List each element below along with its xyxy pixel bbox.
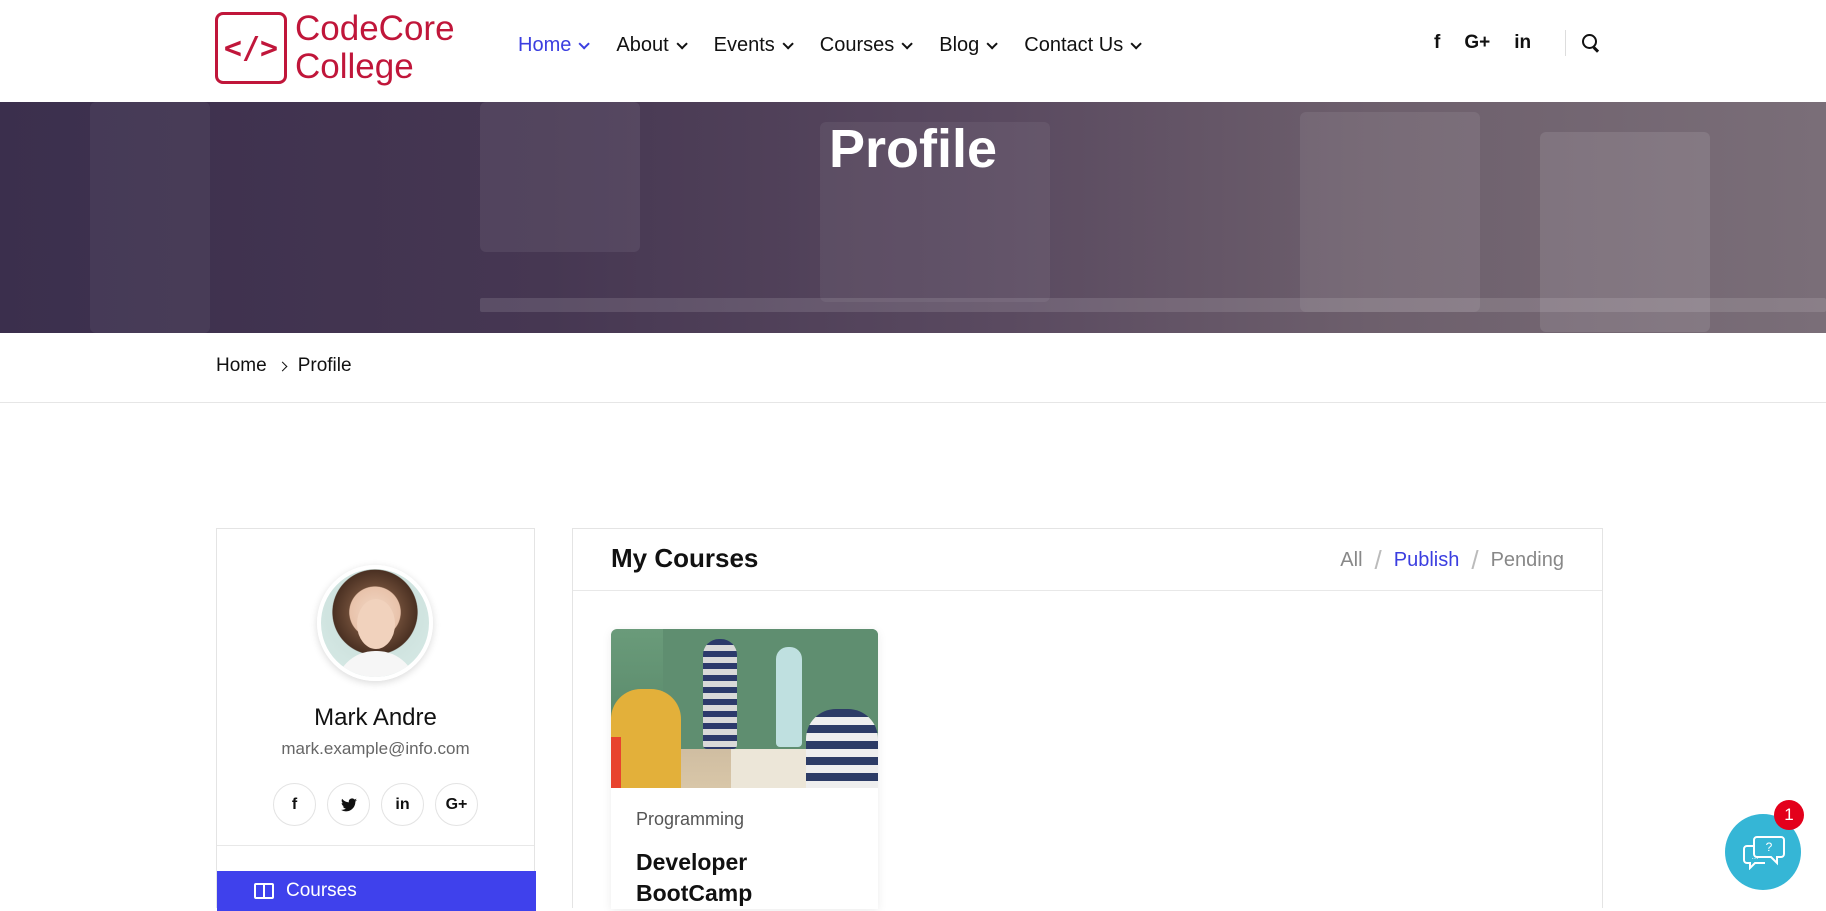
course-image xyxy=(611,629,878,788)
filter-separator: / xyxy=(1471,545,1479,575)
svg-text:...: ... xyxy=(1752,852,1759,861)
chevron-down-icon xyxy=(986,37,999,50)
my-courses-panel: My Courses All / Publish / Pending Progr… xyxy=(572,528,1603,909)
nav-label: Home xyxy=(518,34,572,56)
facebook-icon[interactable]: f xyxy=(1434,32,1440,54)
chevron-down-icon xyxy=(782,37,794,50)
filter-publish[interactable]: Publish xyxy=(1394,549,1460,572)
nav-item-events[interactable]: Events xyxy=(713,34,794,57)
linkedin-icon[interactable]: in xyxy=(1514,32,1531,54)
profile-social-links: f in G+ xyxy=(273,783,489,826)
logo-line-1: CodeCore xyxy=(295,9,455,48)
linkedin-icon[interactable]: in xyxy=(381,783,424,826)
chat-notification-badge: 1 xyxy=(1774,800,1804,830)
nav-label: Courses xyxy=(819,34,895,56)
course-image-desk xyxy=(731,749,811,788)
code-brackets-icon: </> xyxy=(215,12,287,84)
avatar-shirt xyxy=(335,651,417,677)
filter-pending[interactable]: Pending xyxy=(1491,549,1564,572)
avatar-face xyxy=(357,599,395,649)
chevron-down-icon xyxy=(901,37,914,50)
main-nav: Home About Events Courses Blog Contact U… xyxy=(518,34,1168,57)
course-filters: All / Publish / Pending xyxy=(1340,545,1564,576)
logo-text: CodeCore College xyxy=(295,10,455,86)
site-header: </> CodeCore College Home About Events C… xyxy=(0,0,1826,102)
nav-item-about[interactable]: About xyxy=(616,34,688,57)
filter-all[interactable]: All xyxy=(1340,549,1362,572)
panel-title: My Courses xyxy=(611,543,759,573)
avatar xyxy=(317,565,433,681)
panel-header: My Courses All / Publish / Pending xyxy=(573,529,1602,591)
page-title: Profile xyxy=(828,119,998,179)
twitter-bird-icon xyxy=(340,797,357,811)
book-icon xyxy=(254,883,274,899)
header-social-links: f G+ in xyxy=(1434,30,1600,56)
search-icon[interactable] xyxy=(1582,34,1600,52)
profile-card: Mark Andre mark.example@info.com f in G+… xyxy=(216,528,536,911)
profile-name: Mark Andre xyxy=(314,704,437,731)
breadcrumb-current: Profile xyxy=(297,355,352,376)
course-image-figure xyxy=(703,639,737,749)
course-tag-marker xyxy=(611,737,621,788)
chevron-right-icon xyxy=(277,361,288,371)
filter-separator: / xyxy=(1374,545,1382,575)
profile-email: mark.example@info.com xyxy=(281,739,470,758)
banner-table-edge xyxy=(480,298,1826,312)
page-banner: Profile xyxy=(0,102,1826,333)
profile-menu-label: Courses xyxy=(286,880,357,901)
course-card[interactable]: Programming Developer BootCamp xyxy=(611,629,878,909)
nav-item-courses[interactable]: Courses xyxy=(819,34,914,57)
course-image-figure xyxy=(776,647,802,747)
course-image-figure xyxy=(611,689,681,788)
logo-line-2: College xyxy=(295,47,414,86)
divider xyxy=(1565,30,1567,56)
divider xyxy=(0,402,1826,403)
breadcrumb-home-link[interactable]: Home xyxy=(216,355,267,377)
site-logo[interactable]: </> CodeCore College xyxy=(215,10,455,86)
nav-item-home[interactable]: Home xyxy=(518,34,591,57)
nav-item-contact[interactable]: Contact Us xyxy=(1024,34,1143,57)
profile-menu-courses[interactable]: Courses xyxy=(217,871,536,911)
svg-text:?: ? xyxy=(1766,840,1773,854)
course-title[interactable]: Developer BootCamp xyxy=(636,847,856,909)
nav-label: Contact Us xyxy=(1024,34,1124,56)
chevron-down-icon xyxy=(578,37,591,50)
course-category: Programming xyxy=(636,809,745,829)
chevron-down-icon xyxy=(1130,37,1143,50)
google-plus-icon[interactable]: G+ xyxy=(1464,32,1490,54)
nav-item-blog[interactable]: Blog xyxy=(939,34,999,57)
nav-label: About xyxy=(616,34,669,56)
nav-label: Events xyxy=(713,34,775,56)
facebook-icon[interactable]: f xyxy=(273,783,316,826)
nav-label: Blog xyxy=(939,34,980,56)
chevron-down-icon xyxy=(676,37,688,50)
chat-bubble-icon: ? ... xyxy=(1743,836,1785,870)
course-image-figure xyxy=(806,709,878,788)
breadcrumb: Home Profile xyxy=(216,355,352,377)
divider xyxy=(217,845,534,846)
twitter-icon[interactable] xyxy=(327,783,370,826)
google-plus-icon[interactable]: G+ xyxy=(435,783,478,826)
